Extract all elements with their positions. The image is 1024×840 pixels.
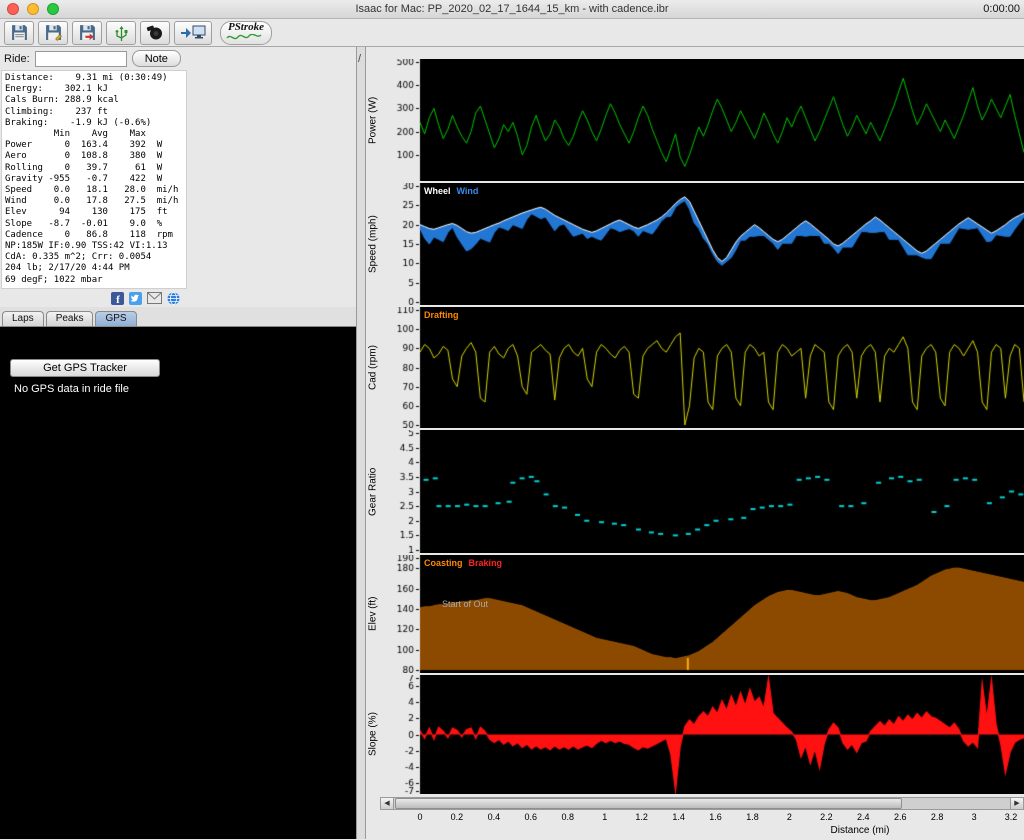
horizontal-scrollbar[interactable]: ◀ ▶	[380, 797, 1024, 810]
cadence-chart[interactable]: Cad (rpm) Drafting	[366, 307, 1024, 428]
web-globe-icon[interactable]	[167, 292, 180, 305]
legend-wheel: Wheel	[424, 186, 451, 196]
elevation-chart[interactable]: Elev (ft) Coasting Braking Start of Out	[366, 555, 1024, 673]
x-axis-tick-labels: 0 0.2 0.4 0.6 0.8 1 1.2 1.4 1.6 1.8 2 2.2 2.4 2.6 2.8 3…	[366, 812, 1024, 826]
ride-stats-text: Distance: 9.31 mi (0:30:49) Energy: 302.…	[5, 73, 183, 286]
scrollbar-thumb[interactable]	[395, 798, 902, 809]
speed-chart[interactable]: Speed (mph) Wheel Wind	[366, 183, 1024, 305]
timer-readout: 0:00:00	[983, 3, 1020, 15]
gear-plot-canvas[interactable]	[380, 430, 1024, 553]
x-tick-label: 0.2	[451, 812, 464, 822]
tab-laps[interactable]: Laps	[2, 311, 44, 326]
left-tab-bar: Laps Peaks GPS	[0, 307, 356, 327]
tab-peaks[interactable]: Peaks	[46, 311, 94, 326]
pstroke-squiggle-icon	[226, 32, 266, 44]
left-panel: Ride: Note Distance: 9.31 mi (0:30:49) E…	[0, 47, 356, 839]
gps-panel: Get GPS Tracker No GPS data in ride file	[0, 327, 356, 839]
scroll-left-arrow-icon[interactable]: ◀	[381, 798, 394, 809]
svg-text:f: f	[116, 294, 120, 305]
slope-axis-title: Slope (%)	[366, 675, 380, 794]
arrow-to-monitor-icon	[180, 25, 206, 41]
x-tick-label: 1.2	[635, 812, 648, 822]
x-tick-label: 0	[417, 812, 422, 822]
export-button[interactable]	[72, 21, 102, 45]
x-tick-label: 2	[787, 812, 792, 822]
ride-label: Ride:	[4, 53, 30, 65]
facebook-icon[interactable]: f	[111, 292, 124, 305]
ride-name-input[interactable]	[35, 51, 127, 67]
x-tick-label: 2.6	[894, 812, 907, 822]
toolbar: PStroke	[0, 19, 1024, 47]
charts-panel: Power (W) Speed (mph) Wheel Wind Cad (rp…	[366, 47, 1024, 839]
splitter-handle-icon[interactable]: /	[358, 53, 361, 65]
save-button[interactable]	[4, 21, 34, 45]
powermeter-button[interactable]	[140, 21, 170, 45]
elevation-plot-canvas[interactable]	[380, 555, 1024, 673]
email-icon[interactable]	[147, 292, 162, 305]
x-tick-label: 3	[972, 812, 977, 822]
x-tick-label: 0.6	[525, 812, 538, 822]
gear-axis-title: Gear Ratio	[366, 430, 380, 553]
save-as-button[interactable]	[38, 21, 68, 45]
x-tick-label: 2.4	[857, 812, 870, 822]
titlebar: Isaac for Mac: PP_2020_02_17_1644_15_km …	[0, 0, 1024, 19]
slope-plot-canvas[interactable]	[380, 675, 1024, 794]
legend-coasting: Coasting	[424, 558, 463, 568]
floppy-disk-pencil-icon	[45, 24, 62, 41]
speed-plot-canvas[interactable]	[380, 183, 1024, 305]
x-tick-label: 1.4	[672, 812, 685, 822]
scroll-right-arrow-icon[interactable]: ▶	[1010, 798, 1023, 809]
ride-stats-box: Distance: 9.31 mi (0:30:49) Energy: 302.…	[1, 70, 187, 289]
legend-braking: Braking	[469, 558, 503, 568]
share-icons-row: f	[0, 289, 186, 307]
x-tick-label: 3.2	[1005, 812, 1018, 822]
legend-drafting: Drafting	[424, 310, 459, 320]
window-title: Isaac for Mac: PP_2020_02_17_1644_15_km …	[0, 3, 1024, 15]
usb-icon	[114, 24, 129, 42]
panel-splitter[interactable]: /	[356, 47, 366, 839]
floppy-disk-arrow-icon	[79, 24, 96, 41]
x-tick-label: 0.4	[488, 812, 501, 822]
x-tick-label: 2.8	[931, 812, 944, 822]
x-tick-label: 2.2	[820, 812, 833, 822]
note-button[interactable]: Note	[132, 50, 181, 67]
twitter-icon[interactable]	[129, 292, 142, 305]
speed-axis-title: Speed (mph)	[366, 183, 380, 305]
pstroke-label: PStroke	[228, 22, 264, 32]
x-tick-label: 0.8	[562, 812, 575, 822]
start-of-out-annotation: Start of Out	[442, 599, 488, 609]
send-to-display-button[interactable]	[174, 21, 212, 45]
power-axis-title: Power (W)	[366, 59, 380, 181]
power-chart[interactable]: Power (W)	[366, 59, 1024, 181]
get-gps-tracker-button[interactable]: Get GPS Tracker	[10, 359, 160, 377]
elevation-axis-title: Elev (ft)	[366, 555, 380, 673]
x-tick-label: 1.6	[709, 812, 722, 822]
usb-download-button[interactable]	[106, 21, 136, 45]
gps-status-message: No GPS data in ride file	[14, 383, 356, 395]
x-tick-label: 1.8	[746, 812, 759, 822]
x-axis-title: Distance (mi)	[366, 825, 1024, 839]
cadence-plot-canvas[interactable]	[380, 307, 1024, 428]
cadence-axis-title: Cad (rpm)	[366, 307, 380, 428]
x-tick-label: 1	[602, 812, 607, 822]
floppy-disk-icon	[11, 24, 28, 41]
legend-wind: Wind	[457, 186, 479, 196]
pstroke-button[interactable]: PStroke	[220, 21, 272, 45]
powermeter-icon	[146, 24, 164, 41]
tab-gps[interactable]: GPS	[95, 311, 136, 326]
power-plot-canvas[interactable]	[380, 59, 1024, 181]
gear-ratio-chart[interactable]: Gear Ratio	[366, 430, 1024, 553]
slope-chart[interactable]: Slope (%)	[366, 675, 1024, 794]
